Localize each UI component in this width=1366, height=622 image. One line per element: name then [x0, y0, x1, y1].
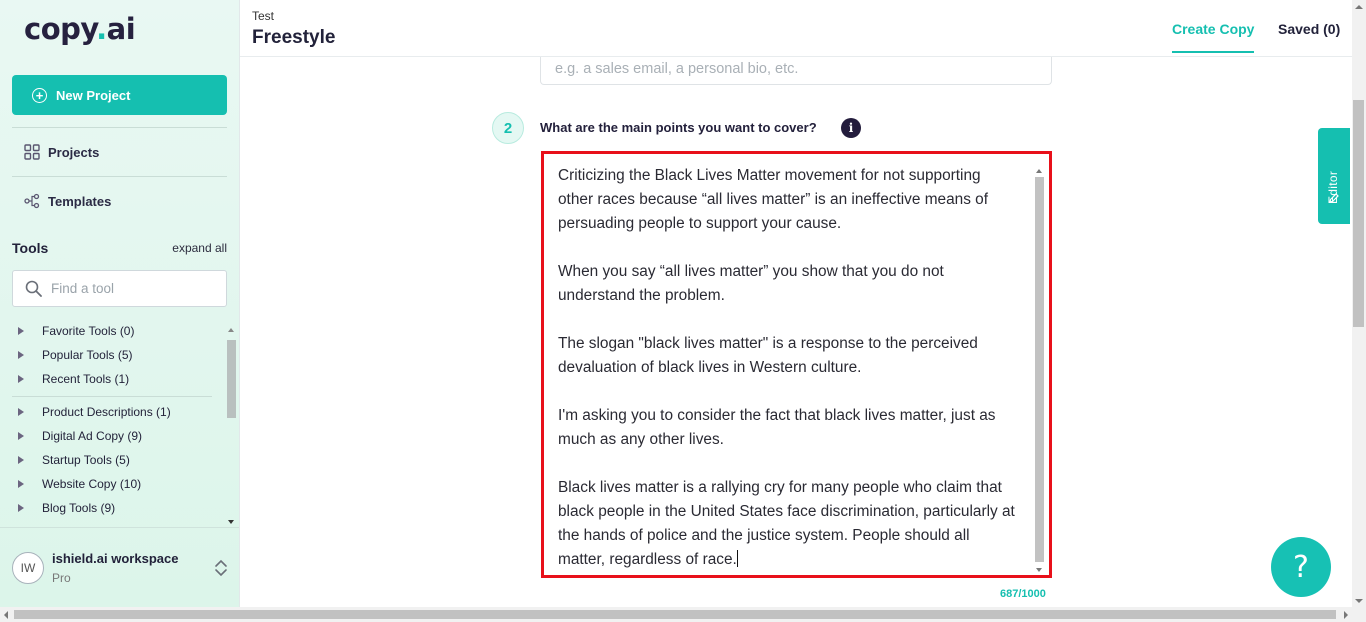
expand-all-link[interactable]: expand all: [172, 241, 227, 255]
main-points-label: What are the main points you want to cov…: [540, 120, 817, 135]
tools-title: Tools: [12, 240, 49, 256]
sidebar: copy.ai + New Project Projects Templates…: [0, 0, 240, 607]
grid-icon: [24, 144, 40, 160]
tool-group-popular[interactable]: Popular Tools (5): [18, 348, 133, 362]
caret-right-icon: [18, 351, 24, 359]
paragraph: The slogan "black lives matter" is a res…: [558, 335, 978, 376]
find-tool-input[interactable]: [51, 281, 211, 296]
text-cursor: [736, 550, 738, 567]
scroll-down-arrow[interactable]: [228, 520, 234, 524]
scrollbar-thumb[interactable]: [227, 340, 236, 418]
scrollbar-thumb[interactable]: [1035, 177, 1044, 562]
plus-circle-icon: +: [32, 87, 47, 103]
tool-group-label: Recent Tools (1): [42, 372, 130, 386]
divider: [12, 176, 227, 177]
main-points-textarea[interactable]: Criticizing the Black Lives Matter movem…: [541, 151, 1052, 578]
find-tool-field[interactable]: [12, 270, 227, 307]
workspace-plan: Pro: [52, 571, 71, 585]
tool-group-label: Website Copy (10): [42, 477, 142, 491]
step-number-badge: 2: [492, 112, 524, 144]
scroll-left-arrow[interactable]: [4, 611, 8, 619]
scroll-down-arrow[interactable]: [1036, 568, 1042, 572]
paragraph-text: Black lives matter is a rallying cry for…: [558, 479, 1015, 568]
tool-group-label: Product Descriptions (1): [42, 405, 171, 419]
breadcrumb[interactable]: Test: [252, 9, 274, 23]
page-title: Freestyle: [252, 27, 336, 48]
character-counter: 687/1000: [1000, 588, 1046, 600]
page-horizontal-scrollbar[interactable]: [0, 607, 1366, 622]
caret-right-icon: [18, 432, 24, 440]
sidebar-item-projects[interactable]: Projects: [24, 144, 99, 160]
tool-group-recent[interactable]: Recent Tools (1): [18, 372, 129, 386]
content-type-field[interactable]: e.g. a sales email, a personal bio, etc.: [540, 57, 1052, 85]
templates-icon: [24, 193, 40, 209]
info-icon[interactable]: i: [841, 118, 861, 138]
page-vertical-scrollbar[interactable]: [1352, 0, 1366, 607]
caret-right-icon: [18, 456, 24, 464]
textarea-scrollbar[interactable]: [1033, 167, 1046, 574]
help-button[interactable]: ?: [1271, 537, 1331, 597]
divider: [12, 127, 227, 128]
tool-group-label: Digital Ad Copy (9): [42, 429, 143, 443]
tools-header: Tools expand all: [12, 240, 227, 256]
scroll-right-arrow[interactable]: [1344, 611, 1348, 619]
tool-group-label: Popular Tools (5): [42, 348, 133, 362]
tool-group-label: Startup Tools (5): [42, 453, 130, 467]
tab-saved[interactable]: Saved (0): [1278, 21, 1340, 37]
workspace-switcher[interactable]: IW ishield.ai workspace Pro: [0, 527, 239, 607]
editor-label: Editor: [1326, 170, 1340, 204]
scroll-up-arrow[interactable]: [1036, 169, 1042, 173]
top-bar: Test Freestyle Create Copy Saved (0): [240, 0, 1352, 57]
tool-group-digital-ad-copy[interactable]: Digital Ad Copy (9): [18, 429, 142, 443]
sidebar-item-templates[interactable]: Templates: [24, 193, 111, 209]
caret-right-icon: [18, 504, 24, 512]
avatar: IW: [12, 552, 44, 584]
tool-group-label: Blog Tools (9): [42, 501, 116, 515]
caret-right-icon: [18, 375, 24, 383]
tool-group-product-descriptions[interactable]: Product Descriptions (1): [18, 405, 171, 419]
main-content: e.g. a sales email, a personal bio, etc.…: [240, 57, 1352, 607]
new-project-label: New Project: [56, 87, 131, 103]
caret-right-icon: [18, 327, 24, 335]
chevron-up-down-icon[interactable]: [214, 558, 228, 578]
scrollbar-thumb[interactable]: [1353, 100, 1364, 327]
tab-create-copy[interactable]: Create Copy: [1172, 21, 1255, 53]
logo[interactable]: copy.ai: [24, 12, 136, 46]
paragraph-last: Black lives matter is a rallying cry for…: [558, 476, 1019, 572]
sidebar-item-label: Projects: [48, 144, 100, 160]
scroll-up-arrow[interactable]: [228, 328, 234, 332]
paragraph: When you say “all lives matter” you show…: [558, 263, 944, 304]
search-icon: [25, 280, 42, 297]
workspace-name: ishield.ai workspace: [52, 551, 179, 566]
divider: [12, 396, 212, 397]
scroll-down-arrow[interactable]: [1355, 599, 1363, 603]
scrollbar-thumb[interactable]: [14, 610, 1336, 619]
sidebar-item-label: Templates: [48, 193, 112, 209]
paragraph: Criticizing the Black Lives Matter movem…: [558, 167, 988, 232]
caret-right-icon: [18, 480, 24, 488]
scroll-up-arrow[interactable]: [1355, 5, 1363, 9]
tool-group-website-copy[interactable]: Website Copy (10): [18, 477, 141, 491]
tool-group-label: Favorite Tools (0): [42, 324, 135, 338]
tool-group-favorite[interactable]: Favorite Tools (0): [18, 324, 134, 338]
new-project-button[interactable]: + New Project: [12, 75, 227, 115]
paragraph: I'm asking you to consider the fact that…: [558, 407, 996, 448]
editor-panel-toggle[interactable]: Editor: [1318, 128, 1350, 224]
tool-list-scrollbar[interactable]: [226, 326, 236, 524]
caret-right-icon: [18, 408, 24, 416]
tool-group-startup-tools[interactable]: Startup Tools (5): [18, 453, 130, 467]
tool-group-blog-tools[interactable]: Blog Tools (9): [18, 501, 115, 515]
